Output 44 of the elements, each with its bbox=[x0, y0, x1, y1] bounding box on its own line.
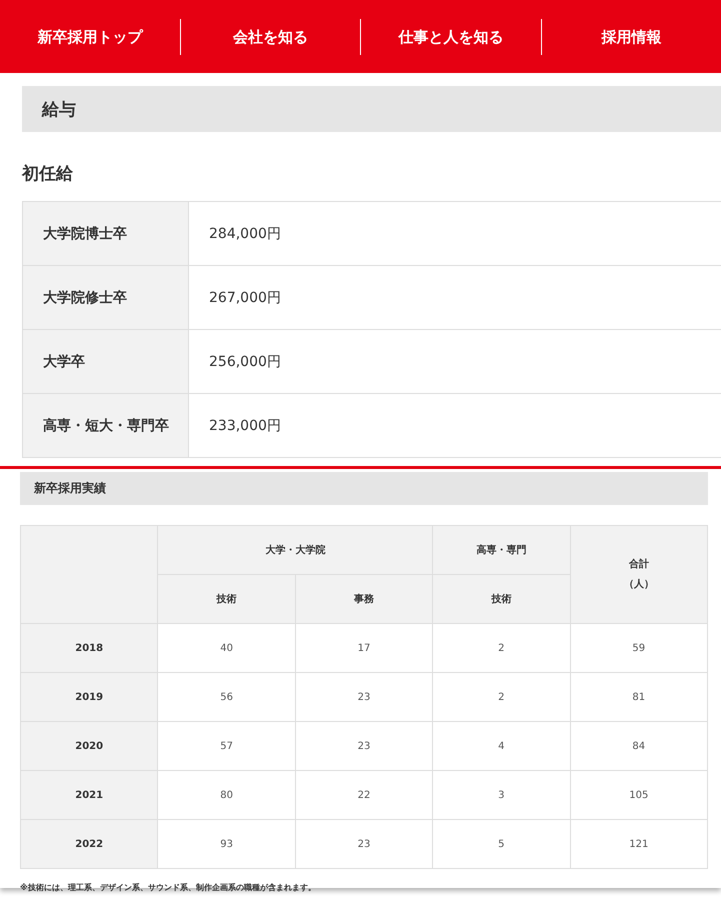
row-header: 2021 bbox=[20, 770, 158, 820]
table-cell: 5 bbox=[432, 820, 570, 868]
section-heading: 新卒採用実績 bbox=[20, 472, 708, 505]
row-header: 大学卒 bbox=[22, 330, 188, 394]
header-cell: 技術 bbox=[432, 574, 570, 624]
table-cell: 23 bbox=[295, 672, 433, 722]
table-cell: 284,000円 bbox=[188, 202, 721, 266]
table-cell: 105 bbox=[570, 770, 708, 820]
table-cell: 121 bbox=[570, 820, 708, 868]
table-cell: 40 bbox=[158, 624, 296, 672]
table-cell: 57 bbox=[158, 722, 296, 770]
table-cell: 81 bbox=[570, 672, 708, 722]
table-cell: 56 bbox=[158, 672, 296, 722]
table-cell: 22 bbox=[295, 770, 433, 820]
table-cell: 17 bbox=[295, 624, 433, 672]
table-cell: 80 bbox=[158, 770, 296, 820]
table-cell: 2 bbox=[432, 624, 570, 672]
table-cell: 3 bbox=[432, 770, 570, 820]
nav-link[interactable]: 会社を知る bbox=[180, 18, 360, 54]
nav-link[interactable]: 仕事と人を知る bbox=[360, 18, 540, 54]
table-cell: 59 bbox=[570, 624, 708, 672]
row-header: 大学院博士卒 bbox=[22, 202, 188, 266]
row-header: 2019 bbox=[20, 672, 158, 722]
nav-link[interactable]: 採用情報 bbox=[540, 18, 721, 54]
header-cell: 技術 bbox=[158, 574, 296, 624]
row-header: 2022 bbox=[20, 820, 158, 868]
subheading: 初任給 bbox=[22, 163, 74, 185]
footnote: ※技術には、理工系、デザイン系、サウンド系、制作企画系の職種が含まれます。 bbox=[20, 882, 317, 893]
table-cell: 2 bbox=[432, 672, 570, 722]
header-cell: 大学・大学院 bbox=[158, 526, 433, 574]
table-cell: 93 bbox=[158, 820, 296, 868]
table-cell: 4 bbox=[432, 722, 570, 770]
table-cell: 23 bbox=[295, 722, 433, 770]
row-header: 高専・短大・専門卒 bbox=[22, 394, 188, 458]
section-heading: 給与 bbox=[22, 86, 721, 132]
row-header: 2018 bbox=[20, 624, 158, 672]
nav-link[interactable]: 新卒採用トップ bbox=[0, 18, 180, 54]
row-header: 2020 bbox=[20, 722, 158, 770]
row-header: 大学院修士卒 bbox=[22, 266, 188, 330]
table-cell: 23 bbox=[295, 820, 433, 868]
header-cell: 事務 bbox=[295, 574, 433, 624]
header-cell: 合計 （人） bbox=[570, 526, 708, 624]
table-cell: 84 bbox=[570, 722, 708, 770]
header-cell: 高専・専門 bbox=[432, 526, 570, 574]
